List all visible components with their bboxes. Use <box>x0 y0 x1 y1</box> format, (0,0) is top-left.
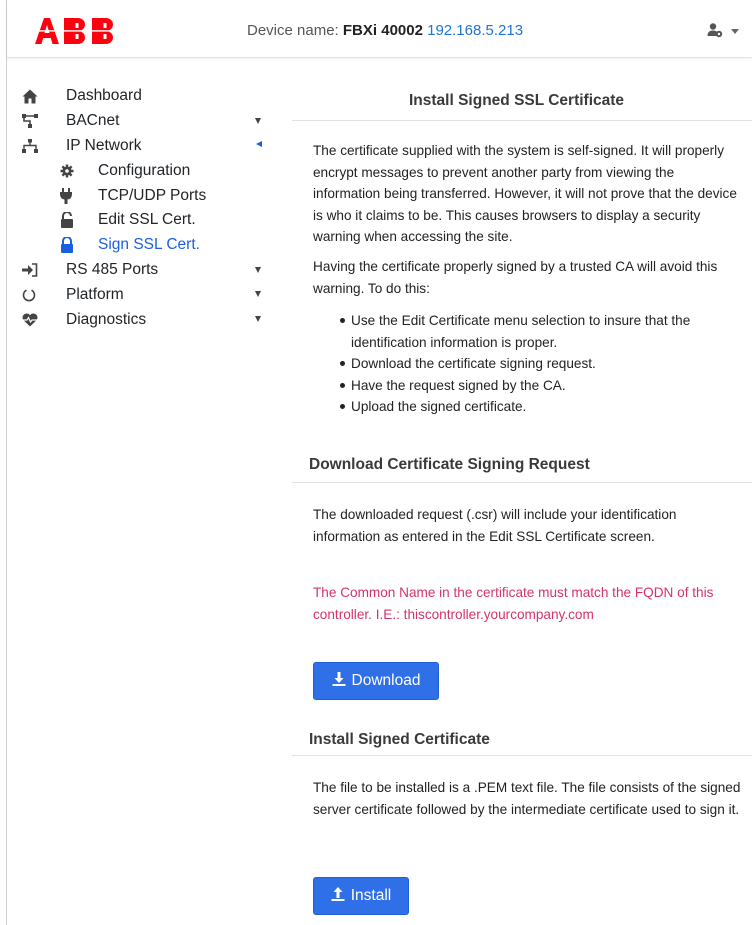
download-button[interactable]: Download <box>313 662 439 700</box>
sidebar-item-label: TCP/UDP Ports <box>98 186 207 204</box>
cog-icon <box>60 162 84 180</box>
chevron-down-icon <box>255 117 261 124</box>
list-item: Download the certificate signing request… <box>340 353 730 375</box>
install-button-label: Install <box>350 887 392 904</box>
list-item: Have the request signed by the CA. <box>340 375 730 397</box>
device-name-label: Device name: <box>247 22 339 39</box>
sidebar-item-label: Platform <box>66 285 124 303</box>
upload-icon <box>331 886 345 906</box>
sidebar-item-sign-ssl-cert[interactable]: Sign SSL Cert. <box>22 233 272 258</box>
install-ssl-paragraph-1: The certificate supplied with the system… <box>313 143 737 245</box>
sidebar-item-label: BACnet <box>66 112 120 130</box>
user-gear-icon <box>707 22 723 41</box>
sidebar-item-edit-ssl-cert[interactable]: Edit SSL Cert. <box>22 208 272 233</box>
chevron-down-icon <box>255 316 261 323</box>
download-button-label: Download <box>351 672 421 689</box>
signing-steps-list: Use the Edit Certificate menu selection … <box>340 310 730 418</box>
abb-logo[interactable] <box>35 18 119 44</box>
download-csr-title: Download Certificate Signing Request <box>309 456 590 473</box>
sidebar-item-bacnet[interactable]: BACnet <box>22 109 272 134</box>
install-button[interactable]: Install <box>313 877 409 915</box>
sidebar-item-label: Configuration <box>98 161 191 179</box>
sign-in-icon <box>22 261 46 279</box>
chevron-down-icon <box>731 29 739 34</box>
install-ssl-paragraph-2: Having the certificate properly signed b… <box>313 259 718 296</box>
top-bar: Device name: FBXi 40002 192.168.5.213 <box>7 0 752 58</box>
sidebar-item-dashboard[interactable]: Dashboard <box>22 84 272 109</box>
download-csr-paragraph: The downloaded request (.csr) will inclu… <box>313 507 677 544</box>
chevron-down-icon <box>255 291 261 298</box>
sidebar-nav: Dashboard BACnet IP Network Configuratio… <box>22 84 272 332</box>
sidebar-item-ip-network[interactable]: IP Network <box>22 134 272 159</box>
install-ssl-title: Install Signed SSL Certificate <box>409 92 625 109</box>
sidebar-item-configuration[interactable]: Configuration <box>22 158 272 183</box>
home-icon <box>22 87 46 105</box>
heartbeat-icon <box>22 311 46 329</box>
lock-icon <box>60 236 84 254</box>
sidebar-item-tcp-udp-ports[interactable]: TCP/UDP Ports <box>22 183 272 208</box>
sidebar-item-label: Edit SSL Cert. <box>98 211 196 229</box>
chevron-left-icon <box>256 140 262 147</box>
sidebar-item-rs485-ports[interactable]: RS 485 Ports <box>22 258 272 283</box>
device-ip: 192.168.5.213 <box>427 22 524 39</box>
common-name-warning: The Common Name in the certificate must … <box>313 585 714 622</box>
unlock-icon <box>60 211 84 229</box>
plug-icon <box>60 187 84 205</box>
chevron-down-icon <box>255 266 261 273</box>
sidebar-item-platform[interactable]: Platform <box>22 282 272 307</box>
divider <box>292 755 752 756</box>
sidebar-item-diagnostics[interactable]: Diagnostics <box>22 307 272 332</box>
sidebar-item-label: RS 485 Ports <box>66 260 159 278</box>
list-item: Upload the signed certificate. <box>340 396 730 418</box>
sidebar-item-label: IP Network <box>66 136 142 154</box>
sidebar-item-label: Dashboard <box>66 87 142 105</box>
divider <box>292 482 752 483</box>
install-cert-paragraph: The file to be installed is a .PEM text … <box>313 780 741 817</box>
network-icon <box>22 112 46 130</box>
sitemap-icon <box>22 137 46 155</box>
device-info: Device name: FBXi 40002 192.168.5.213 <box>247 22 523 39</box>
window-left-border <box>6 0 7 925</box>
divider <box>292 120 752 121</box>
power-icon <box>22 286 46 304</box>
user-menu-toggle[interactable] <box>707 22 739 41</box>
list-item: Use the Edit Certificate menu selection … <box>340 310 730 353</box>
device-name: FBXi 40002 <box>342 22 423 39</box>
sidebar-item-label: Diagnostics <box>66 310 147 328</box>
install-cert-title: Install Signed Certificate <box>309 731 490 748</box>
sidebar-item-label: Sign SSL Cert. <box>98 236 200 254</box>
download-icon <box>332 671 346 691</box>
